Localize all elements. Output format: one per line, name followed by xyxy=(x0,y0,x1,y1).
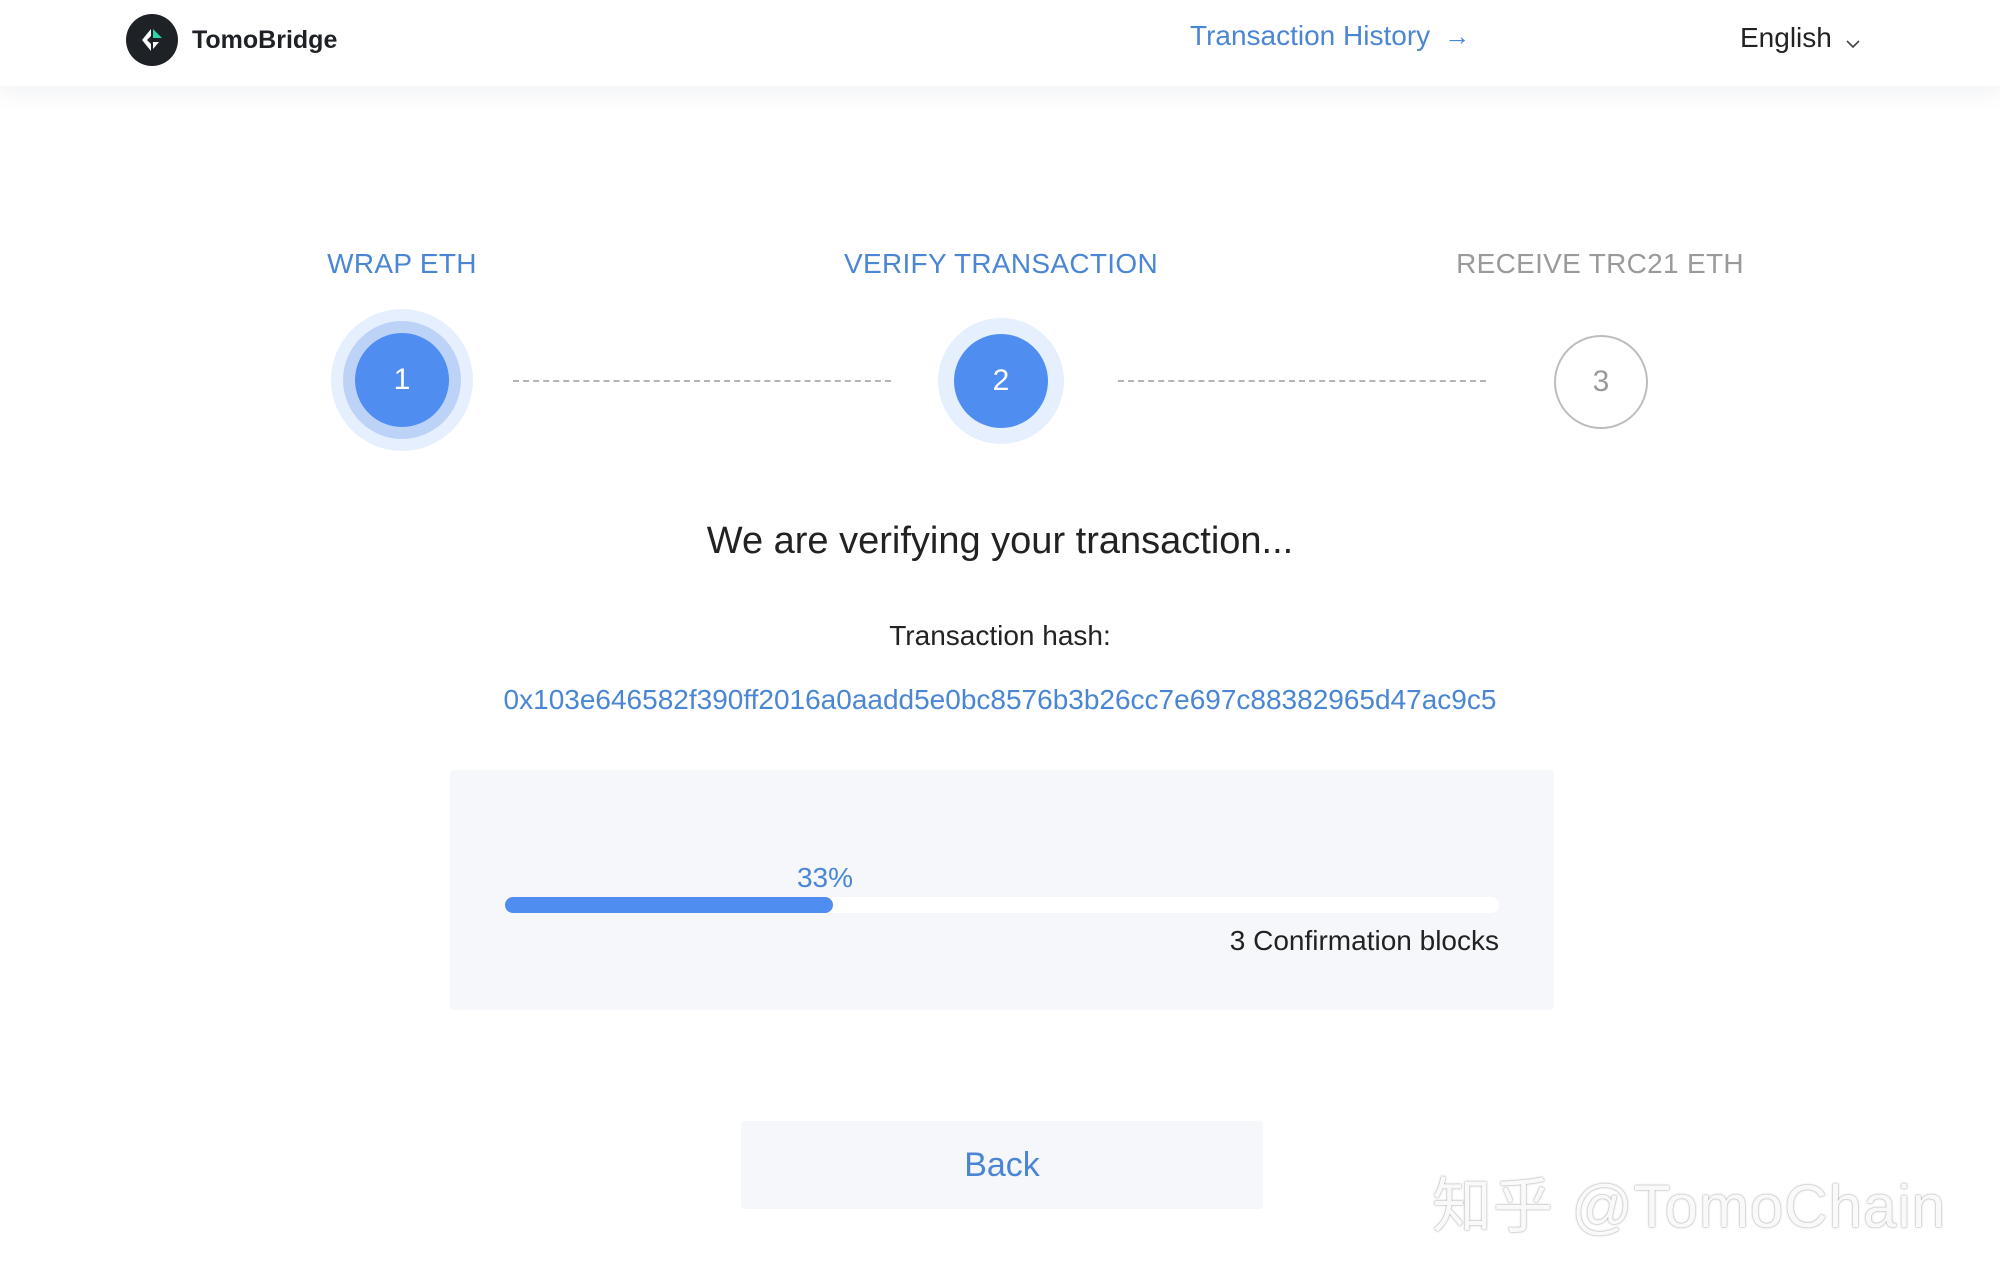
chevron-down-icon xyxy=(1846,24,1860,56)
step-3-label: RECEIVE TRC21 ETH xyxy=(1456,248,1744,279)
top-header: TomoBridge Transaction History → English xyxy=(0,0,2000,86)
tomochain-logo-icon xyxy=(126,14,178,66)
language-label: English xyxy=(1740,22,1832,53)
step-1-circle: 1 xyxy=(355,333,449,427)
step-3-number: 3 xyxy=(1592,365,1610,398)
step-1-number: 1 xyxy=(393,363,411,396)
watermark: 知乎 @TomoChain xyxy=(1432,1173,1947,1240)
confirmation-blocks-caption: 3 Confirmation blocks xyxy=(1229,925,1499,956)
progress-track xyxy=(505,897,1499,913)
step-connector-2 xyxy=(1118,380,1486,382)
transaction-hash-label: Transaction hash: xyxy=(889,620,1111,651)
step-2-label: VERIFY TRANSACTION xyxy=(844,248,1158,279)
arrow-right-icon: → xyxy=(1444,20,1471,51)
transaction-history-label: Transaction History xyxy=(1190,20,1431,51)
transaction-history-link[interactable]: Transaction History → xyxy=(1190,20,1470,52)
step-connector-1 xyxy=(513,380,891,382)
progress-percent-label: 33% xyxy=(796,862,854,893)
page-heading: We are verifying your transaction... xyxy=(706,520,1294,562)
transaction-hash-link[interactable]: 0x103e646582f390ff2016a0aadd5e0bc8576b3b… xyxy=(0,684,2000,716)
back-button[interactable]: Back xyxy=(741,1121,1263,1209)
confirmation-progress-panel: 33% 3 Confirmation blocks xyxy=(450,770,1554,1010)
step-2-circle: 2 xyxy=(954,334,1048,428)
brand-home-link[interactable]: TomoBridge xyxy=(126,14,337,66)
step-1-label: WRAP ETH xyxy=(327,248,477,279)
step-2-number: 2 xyxy=(992,364,1010,397)
brand-name: TomoBridge xyxy=(192,25,338,54)
language-selector[interactable]: English xyxy=(1740,20,1860,56)
step-3-circle: 3 xyxy=(1554,335,1648,429)
progress-fill xyxy=(505,897,833,913)
